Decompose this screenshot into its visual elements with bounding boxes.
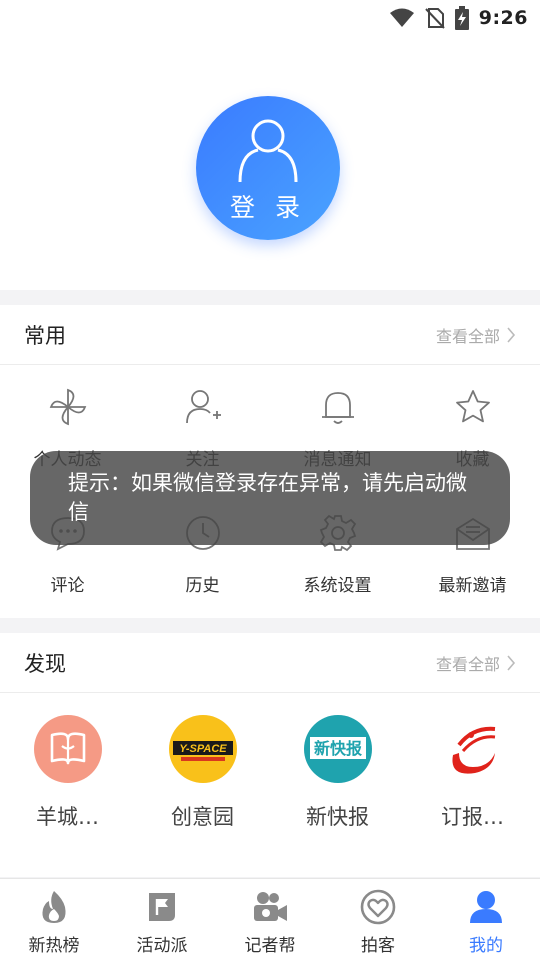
discover-item-yangcheng[interactable]: 羊城… (0, 715, 135, 831)
common-title: 常用 (24, 323, 66, 348)
status-time: 9:26 (478, 7, 528, 29)
discover-item-label: 新快报 (306, 805, 369, 829)
chevron-right-icon (507, 326, 516, 343)
discover-item-subscription[interactable]: 订报… (405, 715, 540, 831)
status-bar: 9:26 (0, 0, 540, 36)
tab-label: 我的 (469, 936, 503, 956)
star-icon (455, 390, 490, 423)
toast-message: 提示：如果微信登录存在异常，请先启动微信 (30, 451, 510, 545)
bottom-tab-bar: 新热榜 活动派 记者帮 拍客 我的 (0, 878, 540, 960)
tab-mine[interactable]: 我的 (432, 879, 540, 960)
svg-text:新快报: 新快报 (313, 739, 361, 758)
pinwheel-icon (49, 388, 86, 426)
discover-header: 发现 查看全部 (0, 633, 540, 693)
discover-title: 发现 (24, 651, 66, 676)
y-space-logo: Y-SPACE (168, 715, 237, 783)
add-user-icon (185, 390, 221, 424)
wifi-icon (389, 8, 415, 28)
tab-events[interactable]: 活动派 (108, 879, 216, 960)
tab-label: 记者帮 (244, 936, 296, 956)
tab-pai-ke[interactable]: 拍客 (324, 879, 432, 960)
tab-reporter-help[interactable]: 记者帮 (216, 879, 324, 960)
discover-item-label: 创意园 (171, 805, 234, 829)
subscription-logo (438, 715, 507, 783)
camera-icon (254, 892, 287, 921)
tab-hot-list[interactable]: 新热榜 (0, 879, 108, 960)
discover-item-label: 羊城… (36, 805, 99, 829)
tab-label: 活动派 (136, 936, 188, 956)
chevron-right-icon (507, 654, 516, 671)
no-sim-icon (425, 7, 445, 29)
discover-see-all-link[interactable]: 查看全部 (436, 651, 516, 675)
see-all-label: 查看全部 (435, 326, 500, 346)
flag-icon (149, 893, 175, 921)
common-item-label: 评论 (50, 576, 85, 596)
discover-section: 发现 查看全部 羊城… Y-SPACE 创意园 新快报 新快报 订报… (0, 633, 540, 877)
tab-label: 拍客 (361, 936, 395, 956)
svg-text:Y-SPACE: Y-SPACE (179, 743, 227, 755)
login-button[interactable]: 登 录 (196, 96, 340, 240)
discover-item-label: 订报… (441, 805, 504, 829)
common-item-label: 历史 (185, 576, 220, 596)
heart-icon (360, 889, 396, 925)
user-icon (238, 119, 298, 183)
see-all-label: 查看全部 (435, 654, 500, 674)
common-header: 常用 查看全部 (0, 305, 540, 365)
bell-icon (321, 392, 354, 424)
discover-item-creative-park[interactable]: Y-SPACE 创意园 (135, 715, 270, 831)
common-item-label: 系统设置 (303, 576, 372, 596)
common-item-label: 最新邀请 (438, 576, 507, 596)
book-logo (33, 715, 102, 783)
flame-icon (42, 891, 66, 923)
user-icon (470, 891, 502, 923)
login-label: 登 录 (230, 193, 306, 222)
profile-header: 登 录 (0, 36, 540, 290)
common-see-all-link[interactable]: 查看全部 (436, 323, 516, 347)
battery-charging-icon (454, 6, 469, 30)
tab-label: 新热榜 (28, 936, 80, 956)
xinkuaibao-logo: 新快报 (303, 715, 372, 783)
discover-item-xinkuaibao[interactable]: 新快报 新快报 (270, 715, 405, 831)
discover-row: 羊城… Y-SPACE 创意园 新快报 新快报 订报… (0, 693, 540, 831)
